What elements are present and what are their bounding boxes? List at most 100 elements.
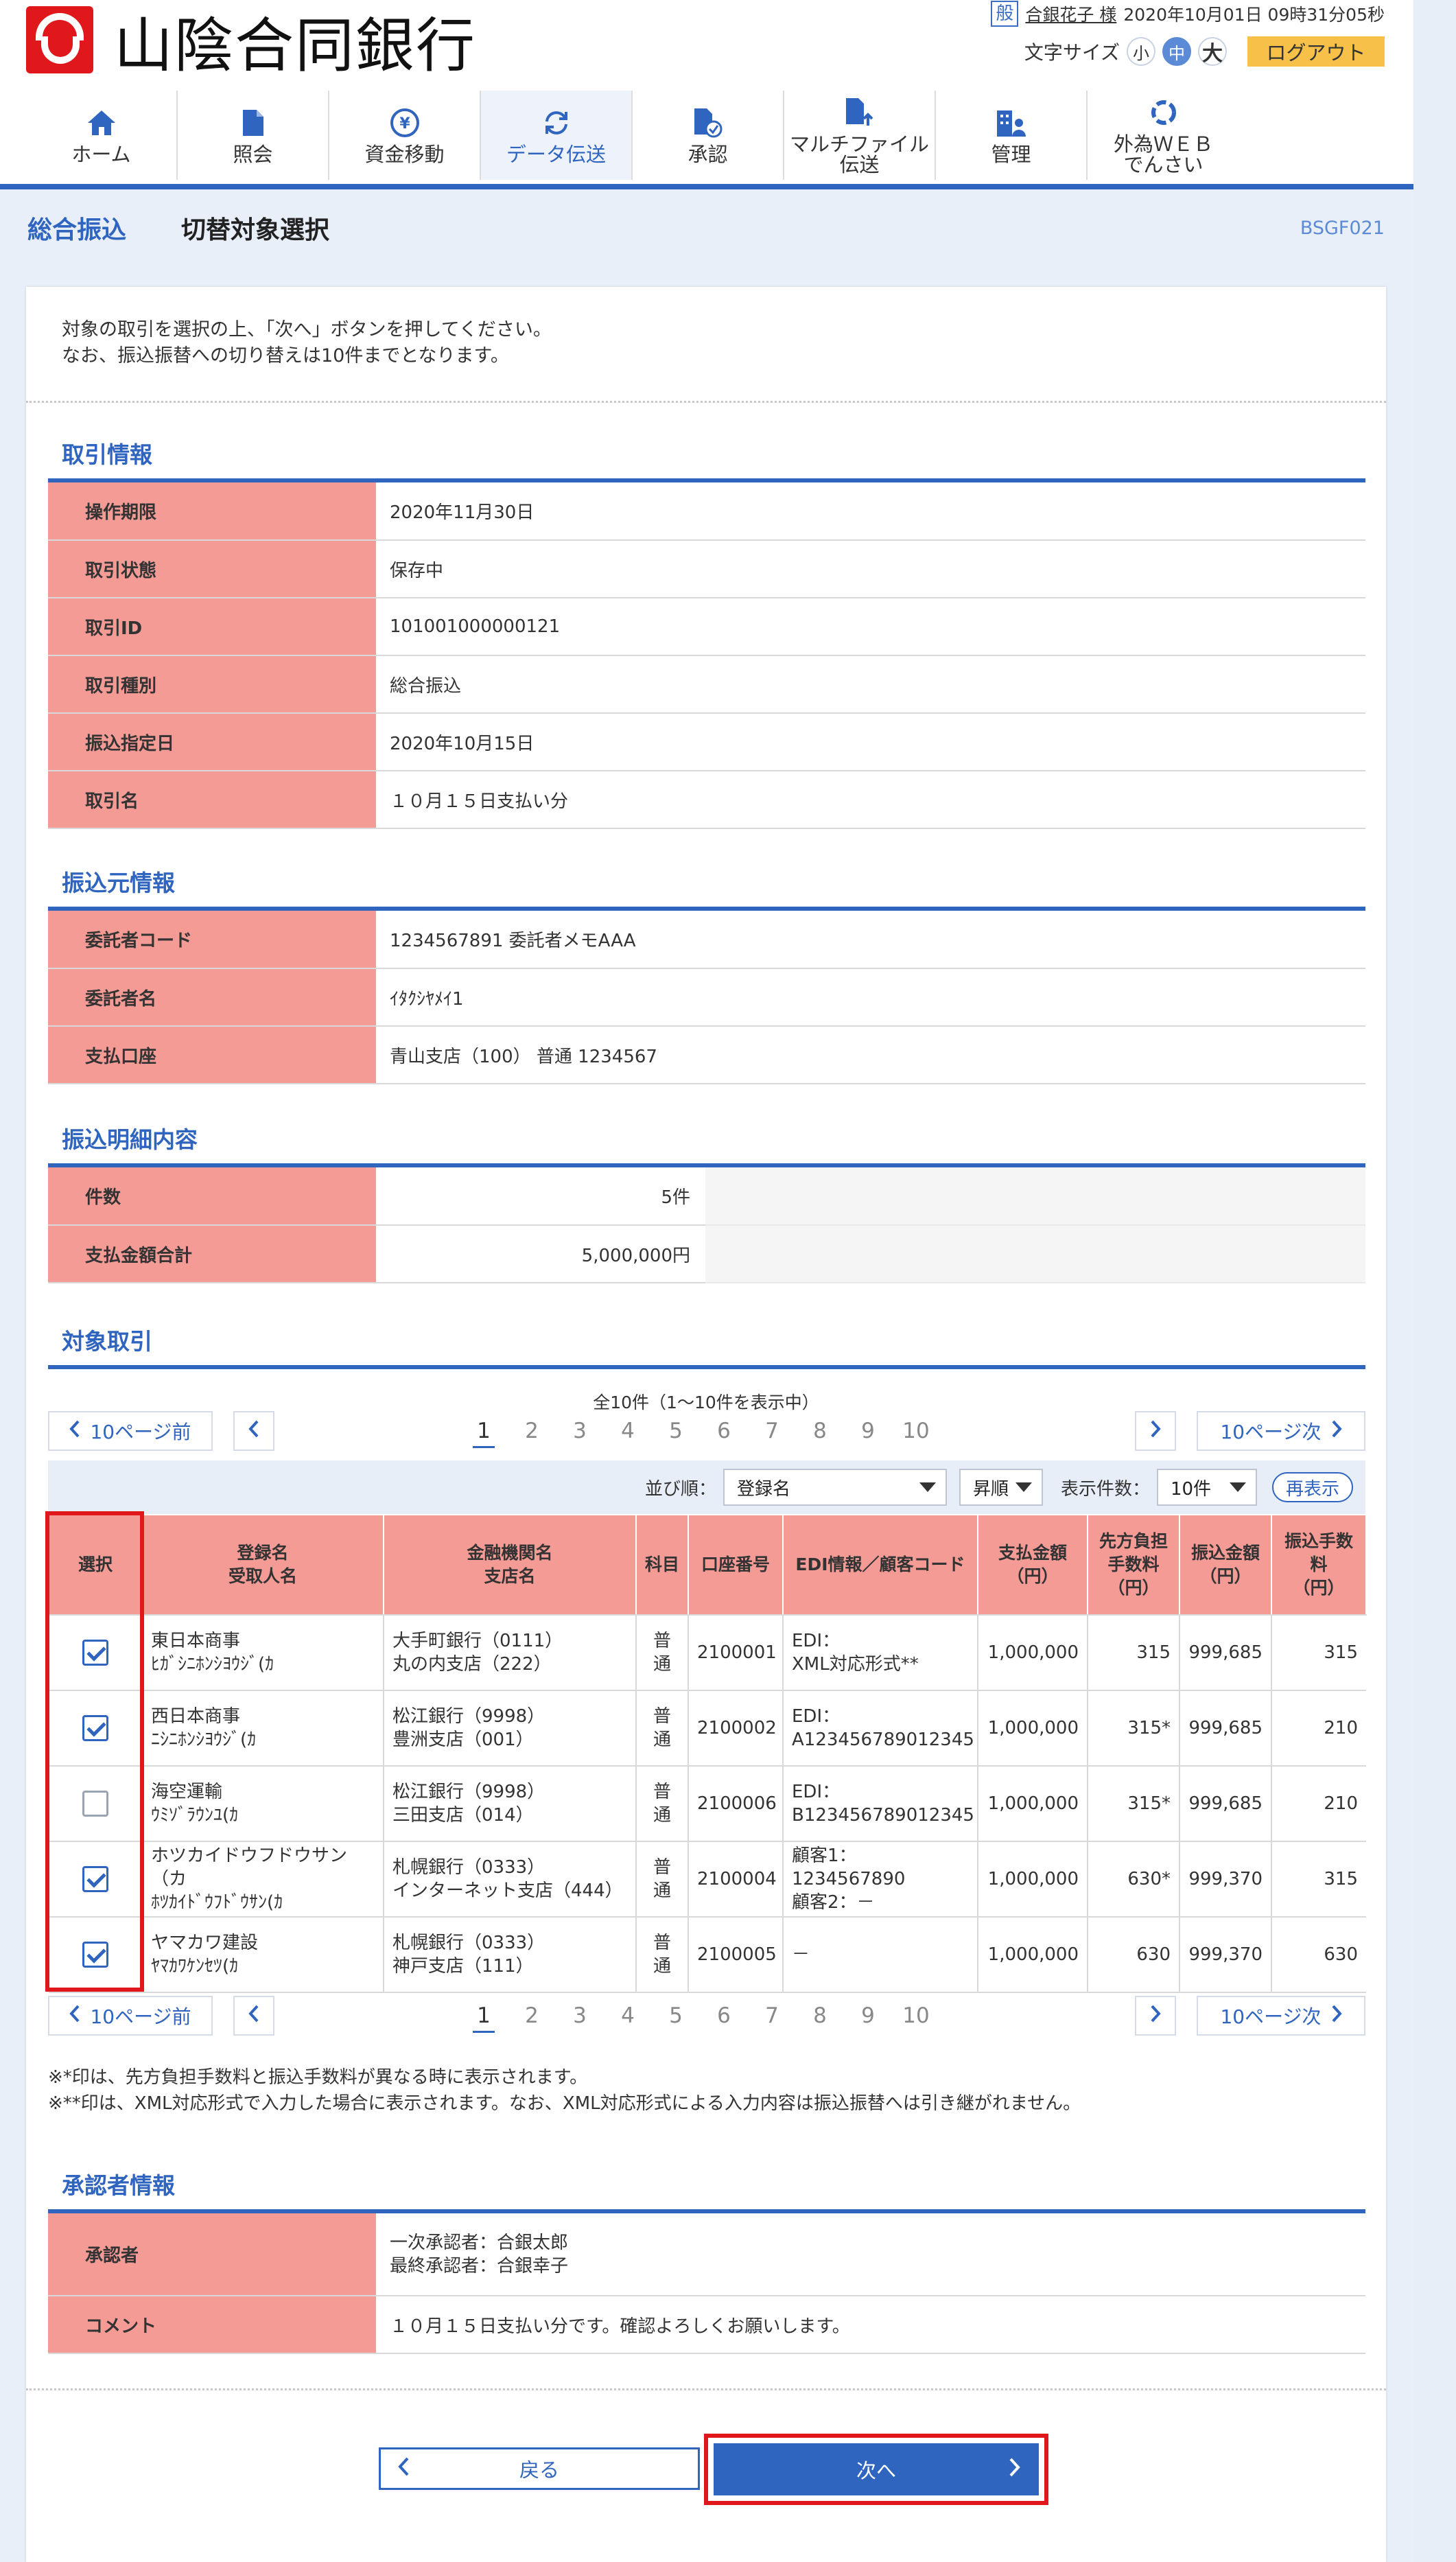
nav-item-forex-densai[interactable]: 外為ＷＥＢ でんさい: [1088, 91, 1239, 180]
page-number[interactable]: 6: [700, 1419, 748, 1443]
nav-item-approval[interactable]: 承認: [633, 91, 784, 180]
recipient-name: ホツカイドウフドウサン（カ: [151, 1845, 348, 1889]
prev-10-label: 10ページ前: [90, 2005, 191, 2028]
document-icon: [242, 106, 265, 140]
user-name-link[interactable]: 合銀花子 様: [1025, 1, 1116, 26]
prev-page-button[interactable]: [233, 1996, 274, 2036]
page-number[interactable]: 3: [556, 1419, 604, 1443]
nav-item-fund-transfer[interactable]: ¥ 資金移動: [329, 91, 481, 180]
account-number: 2100004: [688, 1841, 784, 1918]
page-number[interactable]: 8: [796, 2003, 844, 2028]
next-button[interactable]: 次へ: [714, 2443, 1039, 2495]
column-header: EDI情報／顧客コード: [782, 1514, 978, 1616]
pager-top: 10ページ前 1 2 3 4 5 6 7 8 9 10 10ページ次: [48, 1411, 1365, 1452]
divider: [26, 2388, 1386, 2390]
row-select-checkbox[interactable]: [82, 1640, 108, 1666]
page-number[interactable]: 4: [604, 2003, 652, 2028]
source-info-table: 委託者コード 1234567891 委託者メモAAA 委託者名 ｲﾀｸｼﾔﾒｲ1 支…: [48, 911, 1365, 1084]
page-number[interactable]: 3: [556, 2003, 604, 2028]
redisplay-button[interactable]: 再表示: [1271, 1472, 1353, 1502]
column-header: 振込手数 料 （円）: [1271, 1514, 1367, 1616]
font-size-small-button[interactable]: 小: [1127, 37, 1155, 66]
prev-10-pages-button[interactable]: 10ページ前: [48, 1996, 213, 2036]
page-number[interactable]: 6: [700, 2003, 748, 2028]
content-panel: 対象の取引を選択の上、「次へ」ボタンを押してください。 なお、振込振替への切り替…: [26, 287, 1386, 2562]
font-size-large-button[interactable]: 大: [1198, 37, 1227, 66]
recipient-kana: ﾔﾏｶﾜｹﾝｾﾂ(ｶ: [151, 1956, 239, 1977]
back-button[interactable]: 戻る: [379, 2447, 700, 2490]
recipient-cell: 西日本商事 ﾆｼﾆﾎﾝｼﾖｳｼﾞ(ｶ: [142, 1690, 384, 1767]
per-page-select[interactable]: 10件: [1156, 1469, 1257, 1506]
font-size-medium-button[interactable]: 中: [1162, 37, 1191, 66]
page-number[interactable]: 9: [844, 1419, 892, 1443]
recipient-kana: ｳﾐｿﾞﾗｳﾝﾕ(ｶ: [151, 1805, 239, 1826]
next-button-label: 次へ: [856, 2459, 896, 2482]
account-type: 普通: [636, 1615, 689, 1691]
bank-logo[interactable]: 山陰合同銀行: [26, 5, 476, 80]
account-type: 普通: [636, 1766, 689, 1842]
prev-page-button[interactable]: [233, 1411, 274, 1451]
prev-10-pages-button[interactable]: 10ページ前: [48, 1411, 213, 1451]
page-number[interactable]: 7: [748, 1419, 796, 1443]
nav-item-home[interactable]: ホーム: [26, 91, 178, 180]
row-select-checkbox[interactable]: [82, 1942, 108, 1968]
account-number: 2100002: [688, 1690, 784, 1767]
page-number[interactable]: 10: [892, 2003, 940, 2028]
next-page-button[interactable]: [1135, 1411, 1176, 1451]
page-number-current[interactable]: 1: [460, 1419, 508, 1448]
nav-item-multi-file[interactable]: マルチファイル 伝送: [784, 91, 936, 180]
page-number[interactable]: 2: [508, 2003, 556, 2028]
nav-label: 承認: [688, 143, 728, 166]
sort-order-select[interactable]: 昇順: [959, 1469, 1043, 1506]
page-number[interactable]: 5: [652, 2003, 700, 2028]
info-label: 委託者名: [48, 968, 376, 1027]
next-10-pages-button[interactable]: 10ページ次: [1197, 1996, 1365, 2036]
bank-name: 札幌銀行（0333）: [392, 1857, 545, 1878]
next-page-button[interactable]: [1135, 1996, 1176, 2036]
info-value: 5件: [376, 1167, 705, 1226]
nav-label: ホーム: [71, 143, 131, 166]
bank-name: 札幌銀行（0333）: [392, 1933, 545, 1953]
row-select-checkbox[interactable]: [82, 1866, 108, 1892]
page-number-current[interactable]: 1: [460, 2003, 508, 2033]
page-number[interactable]: 8: [796, 1419, 844, 1443]
approver-info-table: 承認者 一次承認者：合銀太郎 最終承認者：合銀幸子 コメント １０月１５日支払い…: [48, 2213, 1365, 2354]
recipient-kana: ﾎﾂｶｲﾄﾞｳﾌﾄﾞｳｻﾝ(ｶ: [151, 1892, 283, 1913]
info-label: コメント: [48, 2296, 376, 2354]
next-10-pages-button[interactable]: 10ページ次: [1197, 1411, 1365, 1451]
payment-amount: 1,000,000: [978, 1766, 1088, 1842]
prev-10-label: 10ページ前: [90, 1421, 191, 1443]
per-page-value: 10件: [1170, 1478, 1212, 1500]
page-number[interactable]: 4: [604, 1419, 652, 1443]
bank-name: 山陰合同銀行: [114, 11, 476, 80]
row-select-checkbox[interactable]: [82, 1715, 108, 1741]
nav-item-data-transmission[interactable]: データ伝送: [481, 91, 633, 180]
table-row: ホツカイドウフドウサン（カ ﾎﾂｶｲﾄﾞｳﾌﾄﾞｳｻﾝ(ｶ 札幌銀行（0333）イ…: [49, 1841, 1366, 1918]
transfer-fee: 630: [1271, 1917, 1366, 1993]
logout-button[interactable]: ログアウト: [1247, 36, 1385, 67]
info-label: 承認者: [48, 2213, 376, 2296]
page-number[interactable]: 10: [892, 1419, 940, 1443]
nav-item-inquiry[interactable]: 照会: [178, 91, 329, 180]
instruction-line: 対象の取引を選択の上、「次へ」ボタンを押してください。: [62, 319, 552, 340]
transfer-amount: 999,370: [1179, 1841, 1272, 1918]
nav-item-management[interactable]: 管理: [936, 91, 1088, 180]
filler-cell: [705, 1225, 1365, 1283]
column-header: 科目: [635, 1514, 689, 1616]
info-label: 取引状態: [48, 540, 376, 598]
page-number[interactable]: 9: [844, 2003, 892, 2028]
page-number[interactable]: 7: [748, 2003, 796, 2028]
info-row: 操作期限 2020年11月30日: [48, 482, 1365, 541]
chevron-right-icon: [1150, 1420, 1161, 1443]
page-number[interactable]: 5: [652, 1419, 700, 1443]
approver-list: 一次承認者：合銀太郎 最終承認者：合銀幸子: [376, 2213, 1365, 2296]
bank-cell: 大手町銀行（0111） 丸の内支店（222）: [384, 1615, 637, 1691]
svg-text:¥: ¥: [399, 115, 410, 132]
row-select-checkbox[interactable]: [82, 1791, 108, 1817]
table-row: 海空運輸 ｳﾐｿﾞﾗｳﾝﾕ(ｶ 松江銀行（9998） 三田支店（014） 普通 21…: [49, 1766, 1366, 1842]
info-label: 委託者コード: [48, 911, 376, 969]
page-title-bar: 総合振込 切替対象選択 BSGF021: [0, 189, 1413, 266]
page-number[interactable]: 2: [508, 1419, 556, 1443]
sort-field-select[interactable]: 登録名: [723, 1469, 947, 1506]
recipient-fee: 315: [1088, 1615, 1180, 1691]
